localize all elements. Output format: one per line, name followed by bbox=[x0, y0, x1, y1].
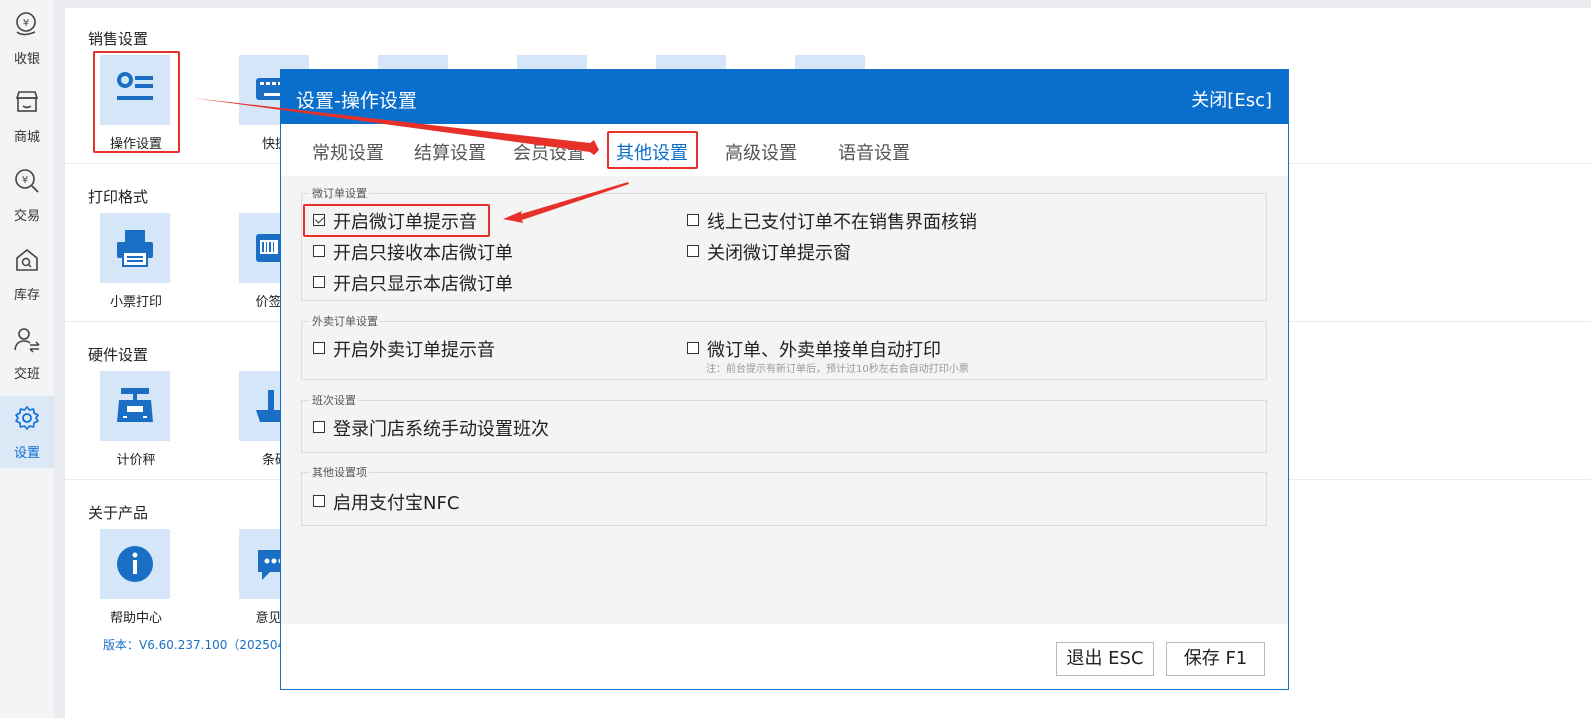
sidebar-item-label: 交易 bbox=[13, 209, 40, 224]
store-icon bbox=[15, 91, 39, 112]
close-button[interactable]: 关闭[Esc] bbox=[1191, 86, 1272, 112]
group-title: 其他设置项 bbox=[310, 464, 369, 480]
tab-advanced[interactable]: 高级设置 bbox=[725, 139, 797, 165]
scale-icon bbox=[117, 388, 153, 422]
sidebar-item-cashier[interactable]: ¥ 收银 bbox=[0, 2, 54, 74]
info-icon bbox=[117, 546, 153, 582]
tile-label: 小票打印 bbox=[109, 295, 162, 310]
group-title: 微订单设置 bbox=[310, 185, 369, 201]
sidebar-item-inventory[interactable]: 库存 bbox=[0, 238, 54, 310]
transaction-icon: ¥ bbox=[15, 169, 39, 193]
checkbox-close-popup[interactable]: 关闭微订单提示窗 bbox=[687, 239, 851, 265]
group-takeout-order: 外卖订单设置 开启外卖订单提示音 微订单、外卖单接单自动打印 注：前台提示有新订… bbox=[301, 313, 1267, 380]
group-other: 其他设置项 启用支付宝NFC bbox=[301, 464, 1267, 526]
tile-icon-box bbox=[100, 529, 170, 599]
tile-label: 帮助中心 bbox=[109, 611, 162, 626]
tile-label: 计价秤 bbox=[116, 453, 156, 468]
operation-settings-icon bbox=[117, 72, 153, 100]
option-label: 开启只接收本店微订单 bbox=[333, 243, 513, 264]
option-label: 启用支付宝NFC bbox=[333, 493, 460, 514]
sidebar-item-label: 库存 bbox=[13, 288, 40, 303]
tile-icon-box bbox=[100, 371, 170, 441]
checkbox-only-own-store-display[interactable]: 开启只显示本店微订单 bbox=[313, 270, 513, 296]
tab-other[interactable]: 其他设置 bbox=[616, 139, 688, 165]
checkbox-unchecked[interactable] bbox=[687, 214, 699, 226]
checkbox-unchecked[interactable] bbox=[313, 342, 325, 354]
tile-operation-settings[interactable]: 操作设置 bbox=[88, 55, 172, 155]
svg-text:¥: ¥ bbox=[22, 175, 28, 186]
checkbox-only-own-store-receive[interactable]: 开启只接收本店微订单 bbox=[313, 239, 513, 265]
checkbox-online-paid-no-verify[interactable]: 线上已支付订单不在销售界面核销 bbox=[687, 208, 977, 234]
checkbox-alipay-nfc[interactable]: 启用支付宝NFC bbox=[313, 489, 459, 515]
checkbox-unchecked[interactable] bbox=[313, 276, 325, 288]
checkbox-micro-order-sound[interactable]: 开启微订单提示音 bbox=[313, 208, 477, 234]
dialog-footer: 退出 ESC 保存 F1 bbox=[281, 624, 1288, 689]
option-label: 开启微订单提示音 bbox=[333, 212, 477, 233]
version-text: 版本：V6.60.237.100（2025042 bbox=[103, 638, 293, 652]
option-label: 关闭微订单提示窗 bbox=[707, 243, 851, 264]
tab-bar: 常规设置 结算设置 会员设置 其他设置 高级设置 语音设置 bbox=[281, 124, 1288, 176]
tab-voice[interactable]: 语音设置 bbox=[838, 139, 910, 165]
option-label: 开启外卖订单提示音 bbox=[333, 340, 495, 361]
sidebar-item-transaction[interactable]: ¥ 交易 bbox=[0, 159, 54, 231]
sidebar-item-label: 收银 bbox=[13, 52, 40, 67]
dialog-body: 微订单设置 开启微订单提示音 线上已支付订单不在销售界面核销 开启只接收本店微订… bbox=[281, 176, 1288, 624]
section-title-about: 关于产品 bbox=[88, 504, 149, 522]
section-title-sales: 销售设置 bbox=[88, 30, 149, 48]
svg-text:¥: ¥ bbox=[23, 18, 29, 29]
checkbox-unchecked[interactable] bbox=[313, 245, 325, 257]
printer-icon bbox=[117, 230, 153, 267]
cash-register-icon: ¥ bbox=[16, 12, 36, 36]
option-label: 登录门店系统手动设置班次 bbox=[333, 419, 549, 440]
tab-member[interactable]: 会员设置 bbox=[513, 139, 585, 165]
dialog-title: 设置-操作设置 bbox=[296, 90, 417, 112]
checkbox-manual-shift[interactable]: 登录门店系统手动设置班次 bbox=[313, 415, 549, 441]
group-title: 班次设置 bbox=[310, 392, 358, 408]
inventory-icon bbox=[16, 248, 38, 271]
checkbox-unchecked[interactable] bbox=[313, 495, 325, 507]
sidebar-item-settings[interactable]: 设置 bbox=[0, 396, 54, 468]
checkbox-takeout-sound[interactable]: 开启外卖订单提示音 bbox=[313, 336, 495, 362]
tile-icon-box bbox=[100, 213, 170, 283]
sidebar-item-shift[interactable]: 交班 bbox=[0, 317, 54, 389]
group-title: 外卖订单设置 bbox=[310, 313, 380, 329]
sidebar-item-label: 商城 bbox=[13, 130, 40, 145]
sidebar-item-store[interactable]: 商城 bbox=[0, 80, 54, 152]
tab-general[interactable]: 常规设置 bbox=[312, 139, 384, 165]
section-title-print: 打印格式 bbox=[88, 188, 149, 206]
checkbox-unchecked[interactable] bbox=[687, 245, 699, 257]
tile-icon-box bbox=[100, 55, 170, 125]
tile-receipt-print[interactable]: 小票打印 bbox=[88, 213, 172, 313]
shift-handover-icon bbox=[14, 328, 40, 353]
sidebar: ¥ 收银 商城 ¥ 交易 库存 交班 设置 bbox=[0, 0, 54, 718]
group-shift: 班次设置 登录门店系统手动设置班次 bbox=[301, 392, 1267, 453]
save-button[interactable]: 保存 F1 bbox=[1166, 642, 1265, 676]
option-label: 线上已支付订单不在销售界面核销 bbox=[707, 212, 977, 233]
tab-checkout[interactable]: 结算设置 bbox=[414, 139, 486, 165]
exit-button[interactable]: 退出 ESC bbox=[1056, 642, 1154, 676]
tile-scale[interactable]: 计价秤 bbox=[88, 371, 172, 471]
checkbox-auto-print[interactable]: 微订单、外卖单接单自动打印 bbox=[687, 336, 941, 362]
checkbox-unchecked[interactable] bbox=[687, 342, 699, 354]
checkbox-checked[interactable] bbox=[313, 214, 325, 226]
tile-help-center[interactable]: 帮助中心 bbox=[88, 529, 172, 629]
tile-label: 操作设置 bbox=[109, 137, 162, 152]
group-micro-order: 微订单设置 开启微订单提示音 线上已支付订单不在销售界面核销 开启只接收本店微订… bbox=[301, 185, 1267, 301]
checkbox-unchecked[interactable] bbox=[313, 421, 325, 433]
sidebar-item-label: 设置 bbox=[13, 446, 40, 461]
option-label: 开启只显示本店微订单 bbox=[333, 274, 513, 295]
section-title-hardware: 硬件设置 bbox=[88, 346, 149, 364]
gear-icon bbox=[15, 406, 39, 430]
sidebar-item-label: 交班 bbox=[13, 367, 40, 382]
auto-print-note: 注：前台提示有新订单后，预计过10秒左右会自动打印小票 bbox=[706, 364, 969, 375]
settings-dialog: 设置-操作设置 关闭[Esc] 常规设置 结算设置 会员设置 其他设置 高级设置… bbox=[280, 69, 1289, 690]
option-label: 微订单、外卖单接单自动打印 bbox=[707, 340, 941, 361]
dialog-header: 设置-操作设置 关闭[Esc] bbox=[281, 70, 1288, 124]
